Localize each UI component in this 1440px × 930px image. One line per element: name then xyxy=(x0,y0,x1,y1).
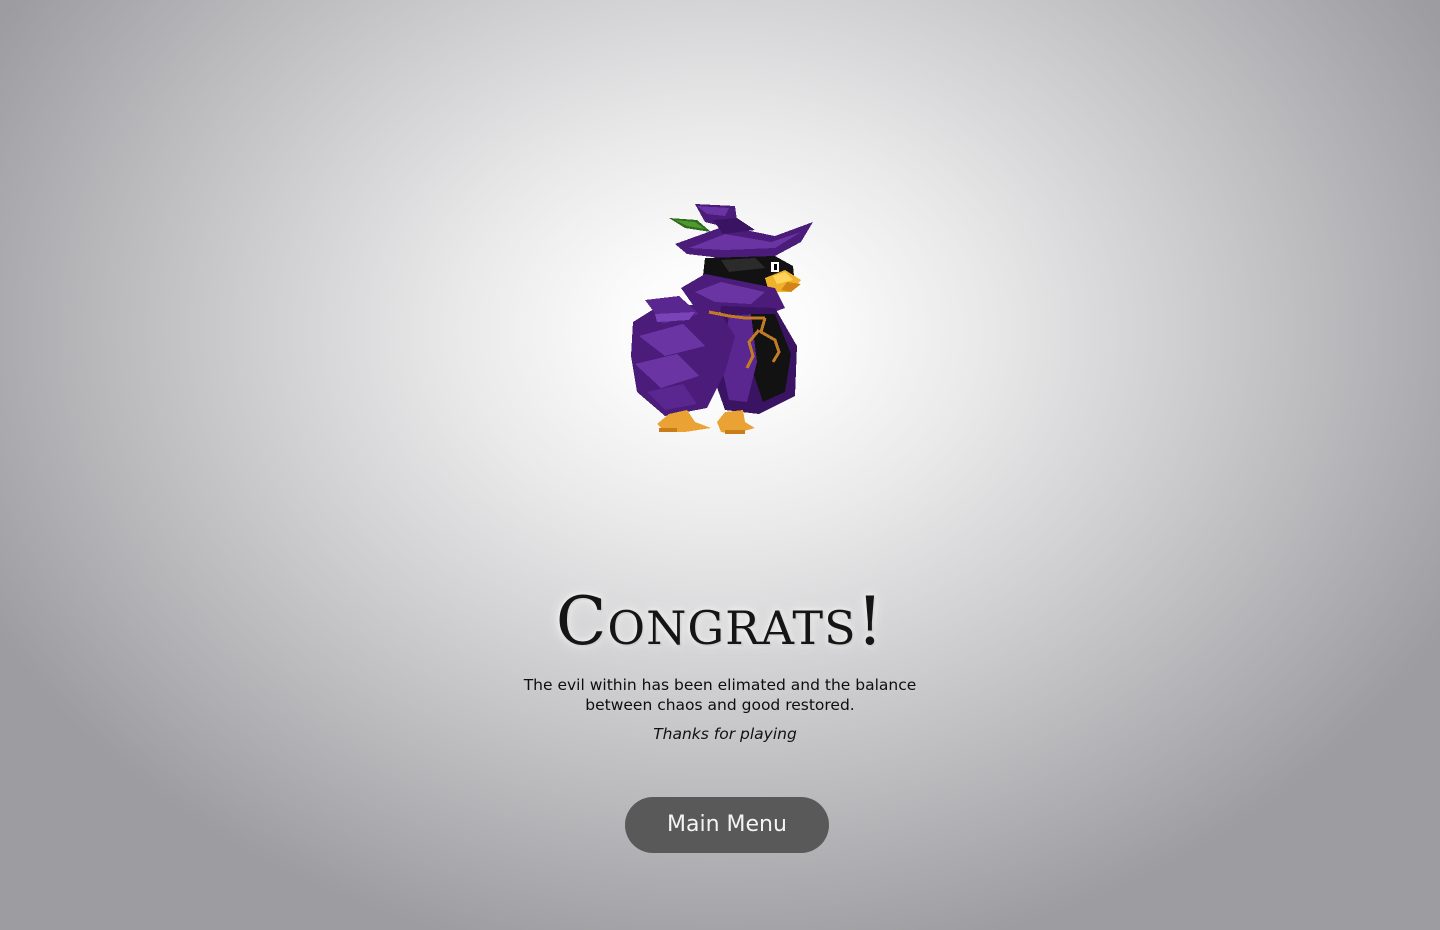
end-screen: Congrats! The evil within has been elima… xyxy=(0,0,1440,930)
end-message: The evil within has been elimated and th… xyxy=(523,676,917,714)
wizard-crow-sprite xyxy=(625,196,815,446)
congrats-title: Congrats! xyxy=(555,583,885,660)
thanks-text: Thanks for playing xyxy=(653,725,797,743)
wizard-crow-icon xyxy=(631,204,813,434)
main-menu-button[interactable]: Main Menu xyxy=(625,797,829,853)
